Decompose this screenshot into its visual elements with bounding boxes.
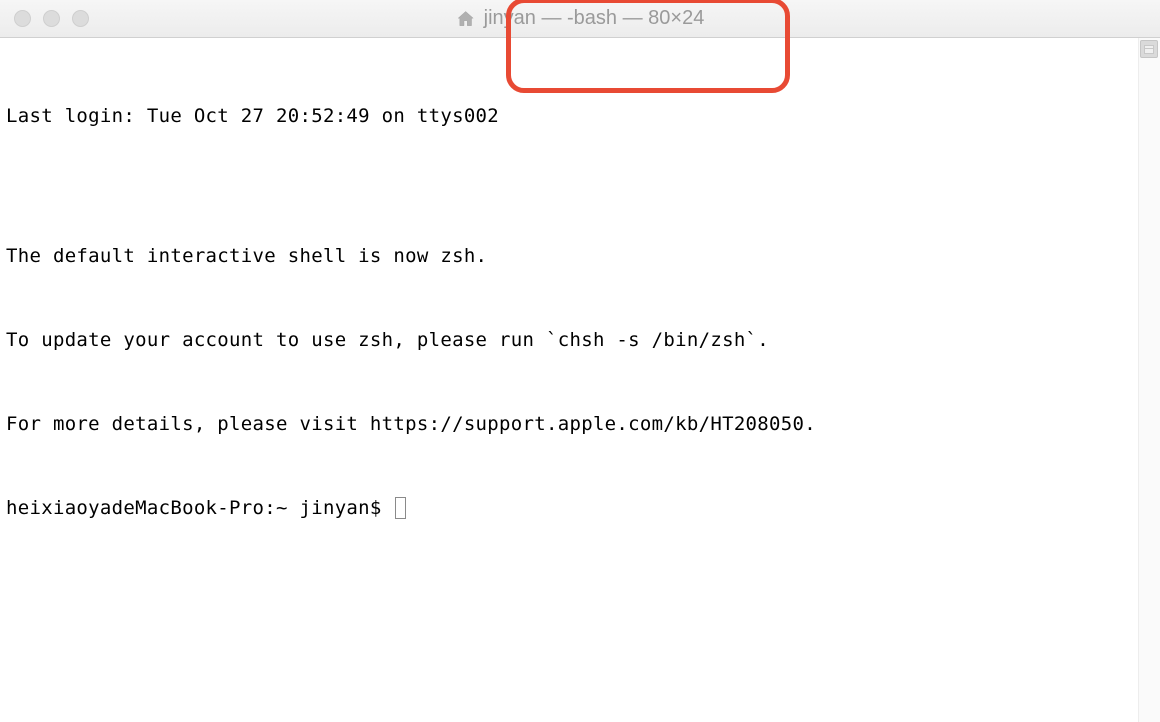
close-window-button[interactable] [14, 10, 31, 27]
window-titlebar: jinyan — -bash — 80×24 [0, 0, 1160, 38]
scroll-indicator-icon[interactable] [1140, 40, 1158, 58]
terminal-line: The default interactive shell is now zsh… [6, 242, 1154, 270]
minimize-window-button[interactable] [43, 10, 60, 27]
scrollbar[interactable] [1138, 38, 1160, 722]
window-title-text: jinyan — -bash — 80×24 [484, 7, 705, 30]
terminal-line: To update your account to use zsh, pleas… [6, 326, 1154, 354]
prompt-text: heixiaoyadeMacBook-Pro:~ jinyan$ [6, 494, 393, 522]
window-title: jinyan — -bash — 80×24 [456, 7, 705, 30]
prompt-line[interactable]: heixiaoyadeMacBook-Pro:~ jinyan$ [6, 494, 1154, 522]
terminal-output[interactable]: Last login: Tue Oct 27 20:52:49 on ttys0… [0, 38, 1160, 722]
terminal-line: Last login: Tue Oct 27 20:52:49 on ttys0… [6, 102, 1154, 130]
terminal-line: For more details, please visit https://s… [6, 410, 1154, 438]
traffic-lights [0, 10, 89, 27]
zoom-window-button[interactable] [72, 10, 89, 27]
home-icon [456, 9, 476, 29]
cursor [395, 497, 406, 519]
